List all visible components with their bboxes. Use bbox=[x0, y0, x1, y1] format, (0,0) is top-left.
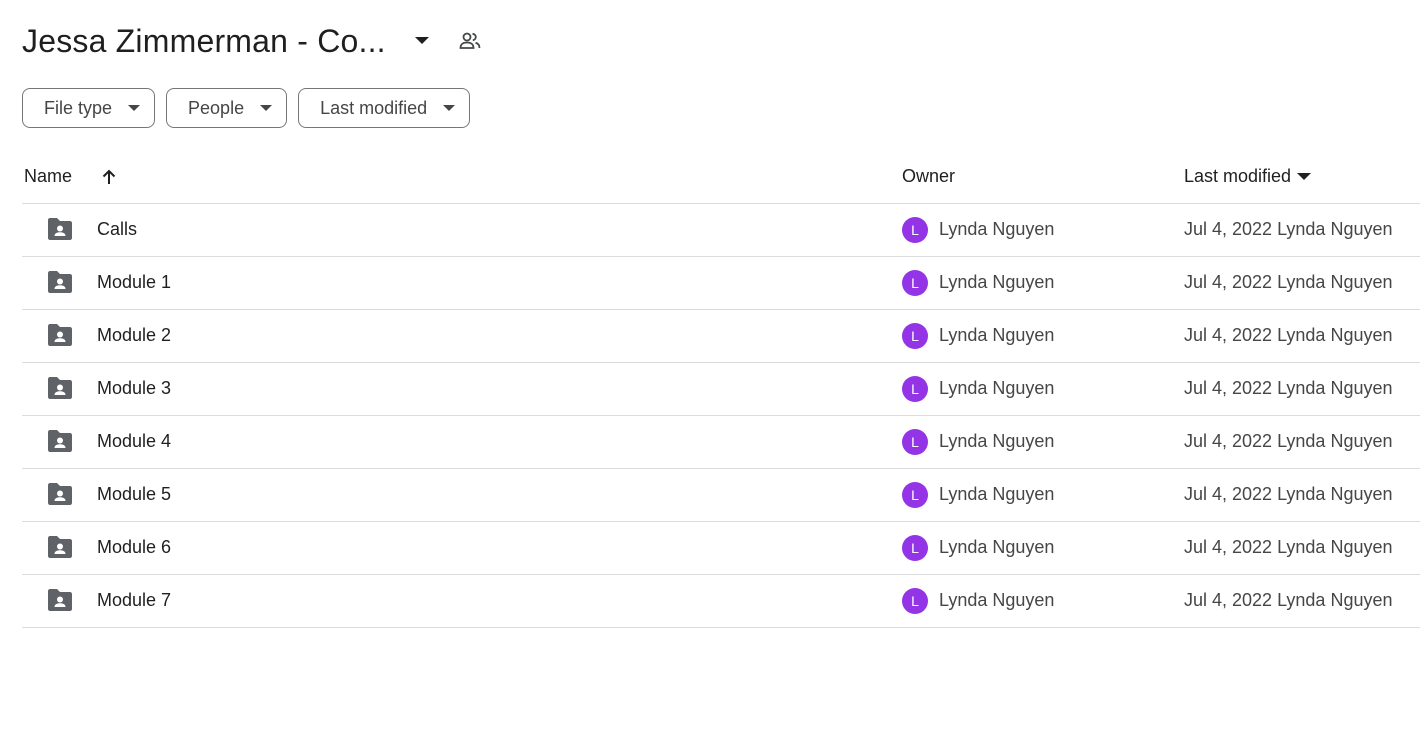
filter-label: Last modified bbox=[320, 97, 428, 118]
file-name: Module 3 bbox=[97, 378, 172, 398]
shared-folder-icon bbox=[46, 376, 74, 400]
owner-column-label: Owner bbox=[902, 166, 956, 186]
last-modified-text: Jul 4, 2022 Lynda Nguyen bbox=[1184, 590, 1393, 610]
file-name: Module 1 bbox=[97, 272, 172, 292]
last-modified-text: Jul 4, 2022 Lynda Nguyen bbox=[1184, 219, 1393, 239]
file-name: Module 5 bbox=[97, 484, 172, 504]
avatar: L bbox=[902, 323, 928, 349]
last-modified-column-header[interactable]: Last modified bbox=[1184, 166, 1312, 187]
table-row[interactable]: Module 7 L Lynda Nguyen Jul 4, 2022 Lynd… bbox=[22, 575, 1420, 628]
table-row[interactable]: Module 2 L Lynda Nguyen Jul 4, 2022 Lynd… bbox=[22, 310, 1420, 363]
last-modified-text: Jul 4, 2022 Lynda Nguyen bbox=[1184, 378, 1393, 398]
owner-column-header: Owner bbox=[902, 166, 955, 187]
name-column-label: Name bbox=[24, 166, 73, 186]
shared-folder-icon bbox=[46, 217, 74, 241]
folder-title[interactable]: Jessa Zimmerman - Co... bbox=[22, 23, 386, 60]
owner-name: Lynda Nguyen bbox=[939, 272, 1055, 292]
last-modified-text: Jul 4, 2022 Lynda Nguyen bbox=[1184, 537, 1393, 557]
shared-folder-icon bbox=[46, 429, 74, 453]
folder-header: Jessa Zimmerman - Co... bbox=[22, 18, 484, 64]
file-name: Calls bbox=[97, 219, 138, 239]
filter-label: File type bbox=[44, 97, 113, 118]
avatar: L bbox=[902, 429, 928, 455]
last-modified-text: Jul 4, 2022 Lynda Nguyen bbox=[1184, 484, 1393, 504]
people-filter[interactable]: People bbox=[166, 88, 288, 128]
avatar: L bbox=[902, 535, 928, 561]
arrow-drop-down-icon bbox=[1297, 173, 1312, 180]
last-modified-text: Jul 4, 2022 Lynda Nguyen bbox=[1184, 325, 1393, 345]
file-name: Module 2 bbox=[97, 325, 172, 345]
avatar: L bbox=[902, 376, 928, 402]
shared-folder-icon bbox=[46, 588, 74, 612]
file-type-filter[interactable]: File type bbox=[22, 88, 156, 128]
shared-folder-icon bbox=[46, 535, 74, 559]
owner-name: Lynda Nguyen bbox=[939, 325, 1055, 345]
last-modified-text: Jul 4, 2022 Lynda Nguyen bbox=[1184, 272, 1393, 292]
owner-name: Lynda Nguyen bbox=[939, 590, 1055, 610]
file-list: Name Owner Last modified Calls L Lynda N… bbox=[22, 150, 1420, 628]
owner-name: Lynda Nguyen bbox=[939, 537, 1055, 557]
arrow-drop-down-icon bbox=[260, 105, 273, 111]
table-row[interactable]: Module 5 L Lynda Nguyen Jul 4, 2022 Lynd… bbox=[22, 469, 1420, 522]
table-row[interactable]: Module 4 L Lynda Nguyen Jul 4, 2022 Lynd… bbox=[22, 416, 1420, 469]
avatar: L bbox=[902, 482, 928, 508]
arrow-drop-down-icon bbox=[128, 105, 141, 111]
file-name: Module 4 bbox=[97, 431, 172, 451]
name-column-header[interactable]: Name bbox=[24, 166, 118, 187]
arrow-drop-down-icon[interactable] bbox=[408, 27, 436, 55]
owner-name: Lynda Nguyen bbox=[939, 484, 1055, 504]
shared-folder-icon bbox=[46, 270, 74, 294]
avatar: L bbox=[902, 270, 928, 296]
table-row[interactable]: Module 1 L Lynda Nguyen Jul 4, 2022 Lynd… bbox=[22, 257, 1420, 310]
file-name: Module 7 bbox=[97, 590, 172, 610]
last-modified-column-label: Last modified bbox=[1184, 166, 1292, 186]
table-row[interactable]: Module 3 L Lynda Nguyen Jul 4, 2022 Lynd… bbox=[22, 363, 1420, 416]
arrow-upward-icon[interactable] bbox=[100, 168, 118, 186]
avatar: L bbox=[902, 588, 928, 614]
arrow-drop-down-icon bbox=[443, 105, 456, 111]
shared-folder-icon bbox=[46, 323, 74, 347]
filter-label: People bbox=[188, 97, 245, 118]
owner-name: Lynda Nguyen bbox=[939, 219, 1055, 239]
last-modified-text: Jul 4, 2022 Lynda Nguyen bbox=[1184, 431, 1393, 451]
last-modified-filter[interactable]: Last modified bbox=[298, 88, 471, 128]
filter-chips: File type People Last modified bbox=[22, 88, 471, 128]
owner-name: Lynda Nguyen bbox=[939, 431, 1055, 451]
owner-name: Lynda Nguyen bbox=[939, 378, 1055, 398]
table-header: Name Owner Last modified bbox=[22, 150, 1420, 204]
shared-folder-icon bbox=[46, 482, 74, 506]
file-name: Module 6 bbox=[97, 537, 172, 557]
table-row[interactable]: Calls L Lynda Nguyen Jul 4, 2022 Lynda N… bbox=[22, 204, 1420, 257]
people-icon bbox=[456, 27, 484, 55]
table-row[interactable]: Module 6 L Lynda Nguyen Jul 4, 2022 Lynd… bbox=[22, 522, 1420, 575]
avatar: L bbox=[902, 217, 928, 243]
